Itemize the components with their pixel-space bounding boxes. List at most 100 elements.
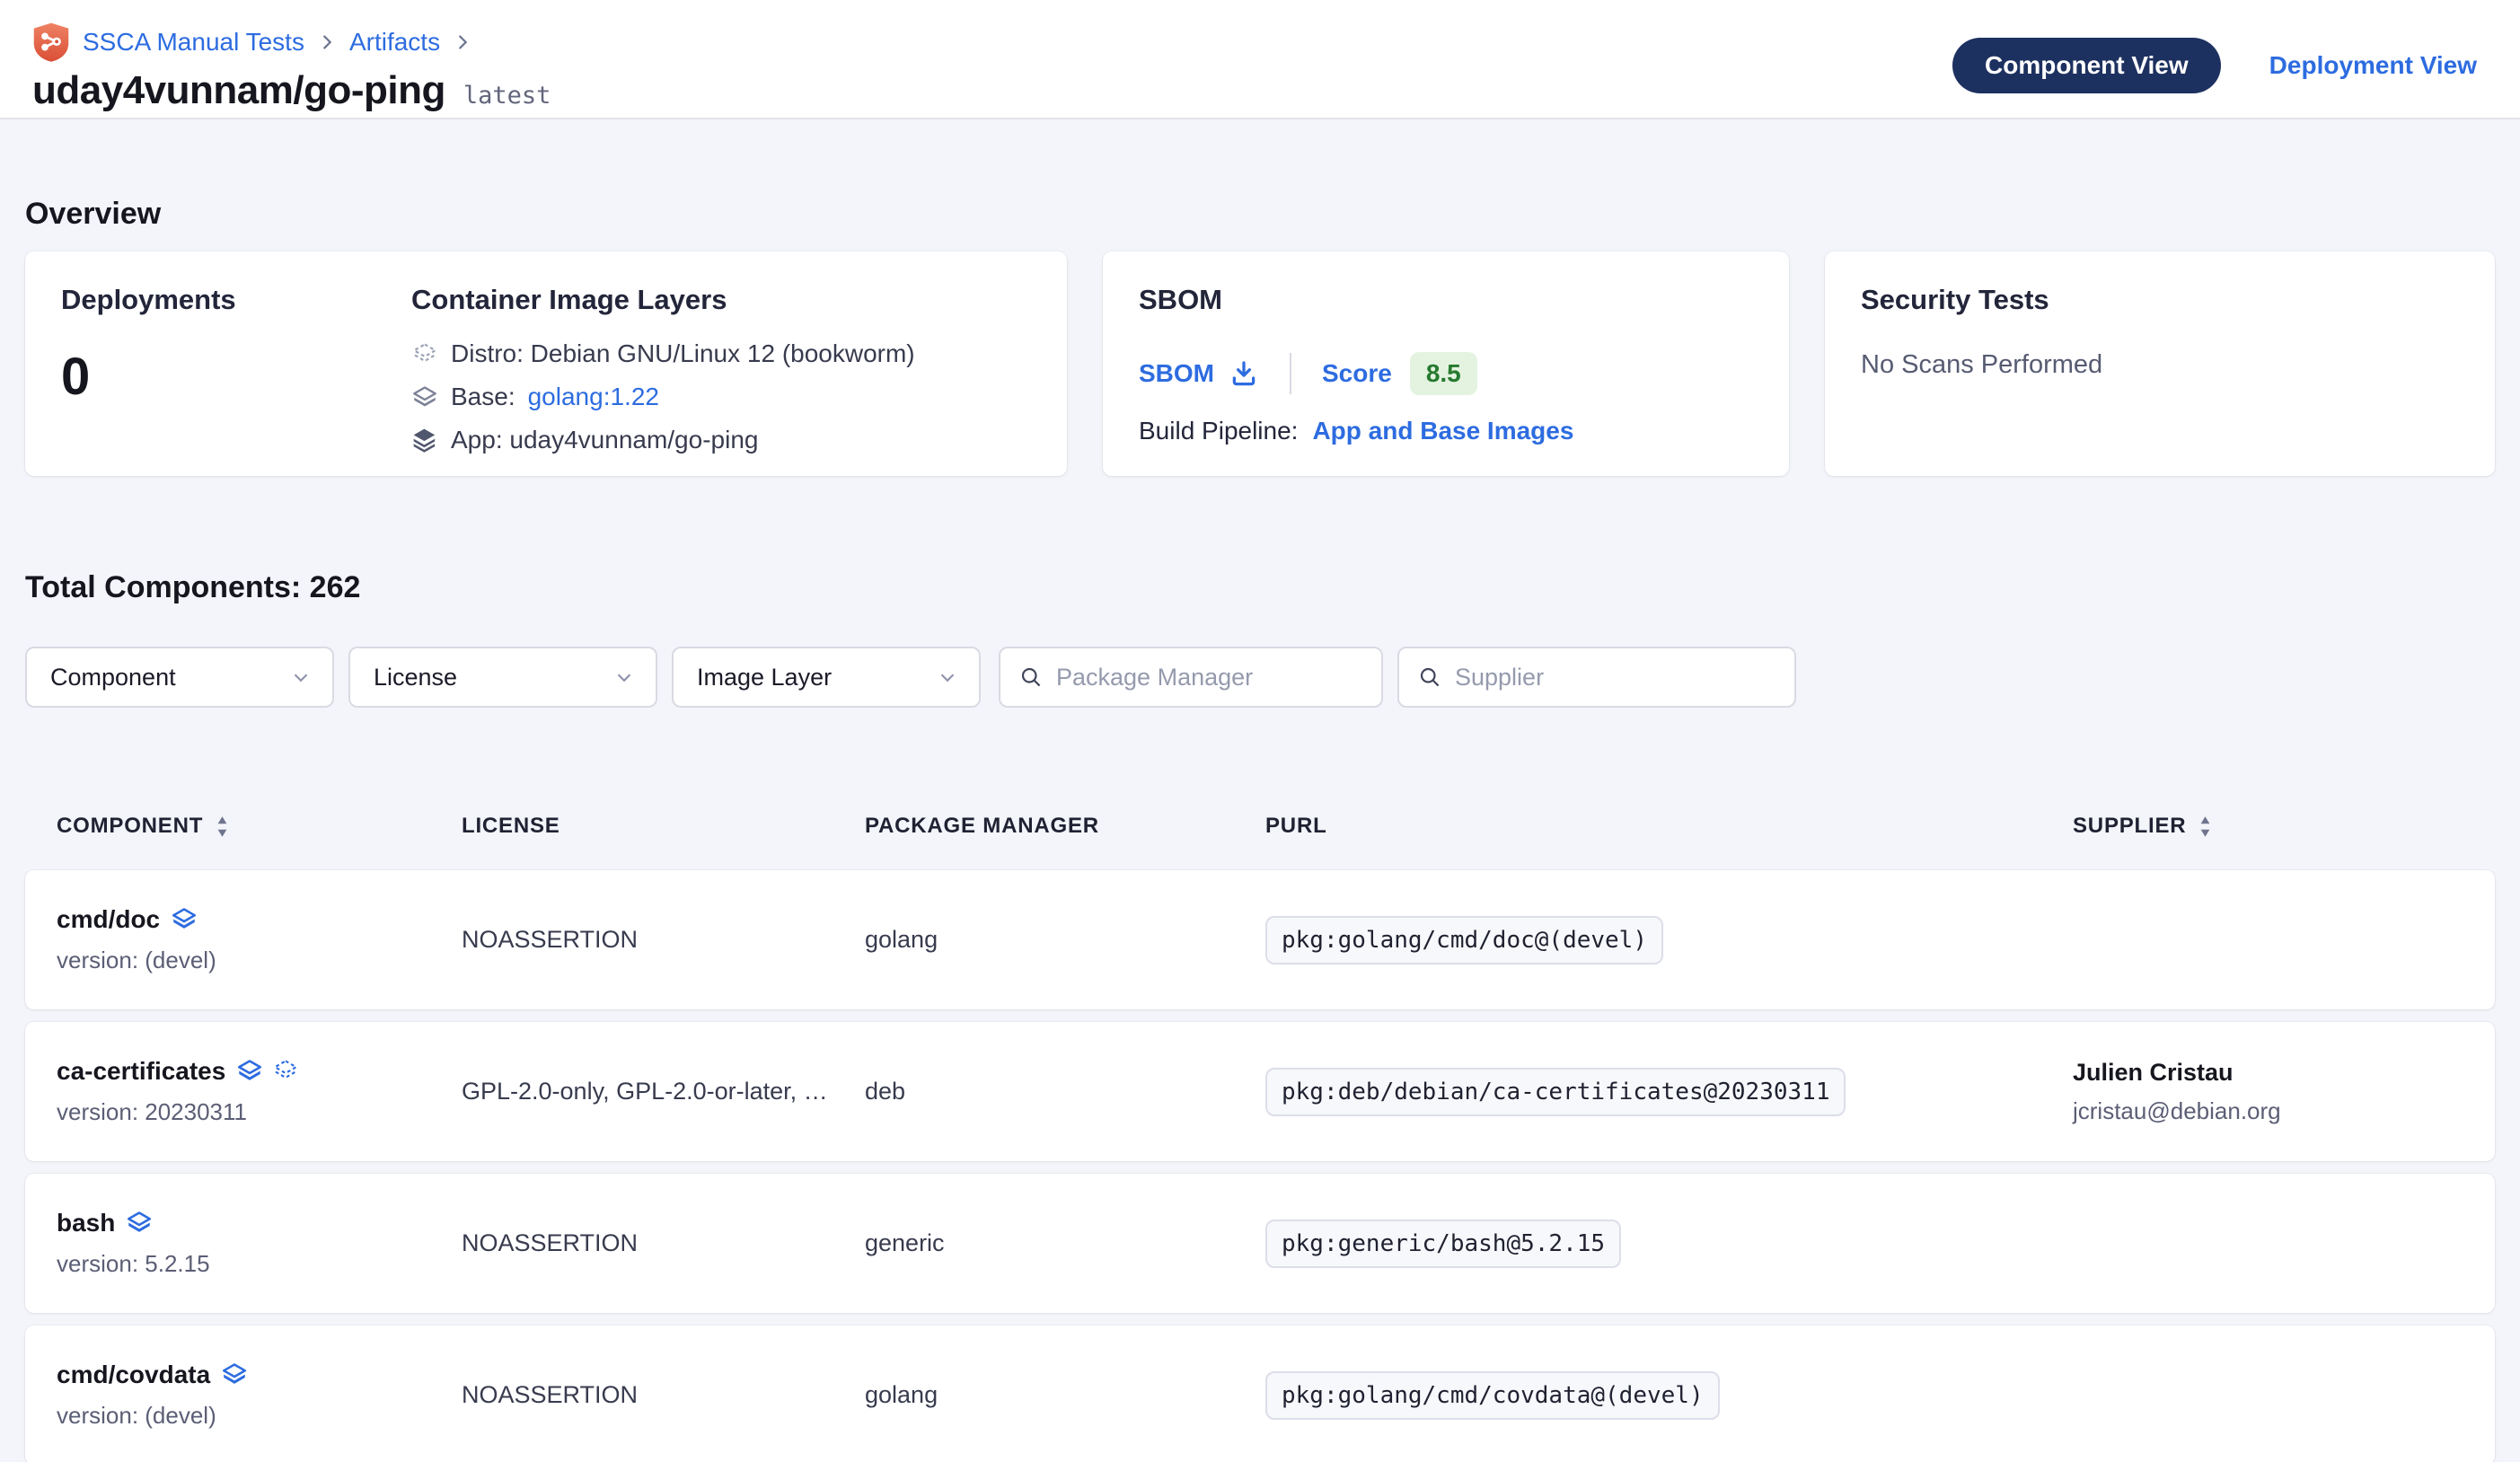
component-cell: cmd/doc version: (devel) [57, 905, 462, 974]
ssca-shield-logo-icon [32, 22, 70, 63]
component-name: cmd/covdata [57, 1361, 210, 1389]
component-layer-icons [236, 1058, 299, 1085]
security-tests-title: Security Tests [1861, 284, 2459, 316]
view-toggle: Component View Deployment View [1952, 38, 2477, 93]
component-filter-label: Component [50, 664, 176, 691]
package-manager-cell: deb [865, 1078, 1265, 1105]
search-icon [1018, 665, 1044, 690]
sbom-score-label: Score [1322, 359, 1392, 388]
purl-cell: pkg:golang/cmd/doc@(devel) [1265, 916, 2073, 964]
build-pipeline-link[interactable]: App and Base Images [1312, 417, 1573, 445]
purl-cell: pkg:deb/debian/ca-certificates@20230311 [1265, 1068, 2073, 1116]
column-header-package-manager-label: PACKAGE MANAGER [865, 814, 1099, 839]
components-table-header: COMPONENT LICENSE PACKAGE MANAGER PURL S… [25, 814, 2495, 839]
purl-chip: pkg:deb/debian/ca-certificates@20230311 [1265, 1068, 1846, 1116]
column-header-purl: PURL [1265, 814, 2073, 839]
artifact-tag: latest [463, 82, 551, 110]
supplier-email: jcristau@debian.org [2073, 1097, 2468, 1125]
distro-layer-row: Distro: Debian GNU/Linux 12 (bookworm) [411, 339, 1031, 368]
license-cell: GPL-2.0-only, GPL-2.0-or-later, M... [462, 1078, 865, 1105]
component-layer-icons [171, 906, 198, 933]
table-row[interactable]: cmd/covdata version: (devel) NOASSERTION… [25, 1325, 2495, 1462]
component-cell: ca-certificates version: 20230311 [57, 1057, 462, 1126]
base-layer-row: Base: golang:1.22 [411, 383, 1031, 411]
supplier-search-input[interactable] [1455, 664, 1776, 691]
component-cell: cmd/covdata version: (devel) [57, 1361, 462, 1430]
column-header-component[interactable]: COMPONENT [57, 814, 462, 839]
supplier-search [1397, 647, 1796, 708]
column-header-purl-label: PURL [1265, 814, 1327, 839]
table-row[interactable]: bash version: 5.2.15 NOASSERTION generic… [25, 1174, 2495, 1313]
supplier-cell [2073, 1238, 2468, 1249]
purl-chip: pkg:generic/bash@5.2.15 [1265, 1220, 1621, 1268]
vertical-divider [1290, 353, 1291, 394]
package-manager-cell: golang [865, 1381, 1265, 1409]
sort-icon[interactable] [2198, 815, 2212, 839]
package-manager-cell: generic [865, 1229, 1265, 1257]
security-tests-status: No Scans Performed [1861, 350, 2459, 380]
base-image-link[interactable]: golang:1.22 [528, 383, 659, 411]
column-header-supplier[interactable]: SUPPLIER [2073, 814, 2468, 839]
supplier-cell [2073, 1390, 2468, 1401]
build-pipeline-label: Build Pipeline: [1139, 417, 1298, 445]
sbom-download-label: SBOM [1139, 359, 1214, 388]
layers-dashed-icon [272, 1058, 299, 1085]
sort-icon[interactable] [216, 815, 229, 839]
column-header-component-label: COMPONENT [57, 814, 203, 839]
license-filter-label: License [374, 664, 457, 691]
layers-filled-icon [236, 1058, 263, 1085]
component-name: ca-certificates [57, 1057, 225, 1086]
layers-filled-icon [411, 427, 438, 454]
total-components-heading: Total Components: 262 [25, 570, 2495, 605]
layers-filled-icon [221, 1361, 248, 1388]
sbom-card-title: SBOM [1139, 284, 1753, 316]
page-title: uday4vunnam/go-ping [32, 68, 445, 113]
license-cell: NOASSERTION [462, 1229, 865, 1257]
column-header-license: LICENSE [462, 814, 865, 839]
app-layer-row: App: uday4vunnam/go-ping [411, 426, 1031, 454]
component-layer-icons [126, 1210, 153, 1237]
deployments-layers-card: Deployments 0 Container Image Layers Dis… [25, 251, 1067, 476]
license-filter-select[interactable]: License [348, 647, 657, 708]
purl-chip: pkg:golang/cmd/covdata@(devel) [1265, 1371, 1720, 1420]
image-layer-filter-label: Image Layer [697, 664, 832, 691]
deployments-count: 0 [61, 347, 411, 407]
purl-cell: pkg:generic/bash@5.2.15 [1265, 1220, 2073, 1268]
layers-filled-icon [126, 1210, 153, 1237]
sbom-download-link[interactable]: SBOM [1139, 358, 1259, 389]
layers-base-icon [411, 383, 438, 410]
component-name: bash [57, 1209, 115, 1237]
component-version: version: 5.2.15 [57, 1250, 462, 1278]
search-icon [1417, 665, 1442, 690]
table-row[interactable]: cmd/doc version: (devel) NOASSERTION gol… [25, 870, 2495, 1009]
layers-filled-icon [171, 906, 198, 933]
package-manager-search-input[interactable] [1056, 664, 1363, 691]
sbom-score-badge: 8.5 [1410, 352, 1477, 395]
component-filter-select[interactable]: Component [25, 647, 334, 708]
page-header: SSCA Manual Tests Artifacts uday4vunnam/… [0, 0, 2520, 119]
component-view-button[interactable]: Component View [1952, 38, 2221, 93]
chevron-right-icon [317, 32, 337, 52]
license-cell: NOASSERTION [462, 926, 865, 954]
component-cell: bash version: 5.2.15 [57, 1209, 462, 1278]
chevron-down-icon [936, 665, 959, 689]
download-icon [1229, 358, 1259, 389]
component-version: version: 20230311 [57, 1098, 462, 1126]
app-layer-text: App: uday4vunnam/go-ping [451, 426, 758, 454]
package-manager-cell: golang [865, 926, 1265, 954]
supplier-name: Julien Cristau [2073, 1059, 2468, 1087]
layers-dashed-icon [411, 340, 438, 367]
component-version: version: (devel) [57, 947, 462, 974]
breadcrumb-link-project[interactable]: SSCA Manual Tests [83, 28, 304, 57]
table-row[interactable]: ca-certificates version: 20230311 GPL-2.… [25, 1022, 2495, 1161]
breadcrumb-link-artifacts[interactable]: Artifacts [349, 28, 440, 57]
chevron-down-icon [612, 665, 636, 689]
security-tests-card: Security Tests No Scans Performed [1825, 251, 2495, 476]
deployment-view-button[interactable]: Deployment View [2269, 51, 2477, 80]
package-manager-search [999, 647, 1383, 708]
chevron-right-icon [453, 32, 472, 52]
supplier-cell: Julien Cristau jcristau@debian.org [2073, 1059, 2468, 1125]
image-layer-filter-select[interactable]: Image Layer [672, 647, 981, 708]
component-version: version: (devel) [57, 1402, 462, 1430]
base-layer-label: Base: [451, 383, 515, 411]
